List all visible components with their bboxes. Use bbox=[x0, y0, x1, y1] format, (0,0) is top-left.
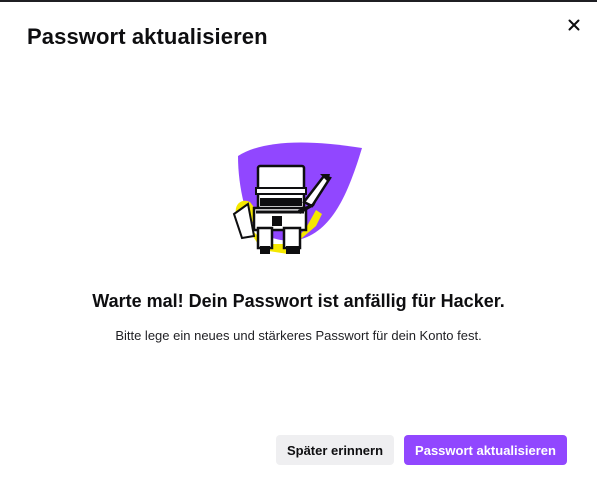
warning-headline: Warte mal! Dein Passwort ist anfällig fü… bbox=[92, 291, 505, 311]
close-icon bbox=[568, 19, 580, 31]
update-password-dialog: Passwort aktualisieren Warte mal! Dein P… bbox=[0, 0, 597, 483]
dialog-title: Passwort aktualisieren bbox=[27, 24, 268, 49]
knight-illustration bbox=[232, 142, 362, 254]
remind-later-button[interactable]: Später erinnern bbox=[276, 435, 394, 465]
warning-message: Bitte lege ein neues und stärkeres Passw… bbox=[115, 328, 482, 343]
update-password-button[interactable]: Passwort aktualisieren bbox=[404, 435, 567, 465]
close-button[interactable] bbox=[563, 14, 585, 36]
